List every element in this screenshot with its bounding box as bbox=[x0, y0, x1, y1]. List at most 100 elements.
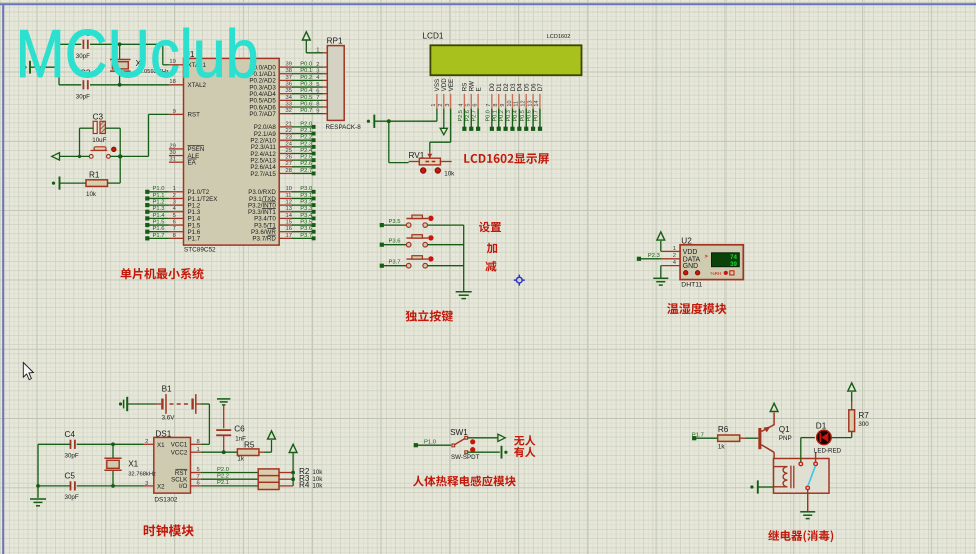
svg-text:2: 2 bbox=[173, 193, 176, 199]
svg-text:36: 36 bbox=[286, 81, 292, 87]
svg-text:VCC1: VCC1 bbox=[171, 442, 188, 449]
svg-text:8: 8 bbox=[493, 104, 499, 107]
svg-text:STC89C52: STC89C52 bbox=[184, 247, 216, 254]
svg-text:39: 39 bbox=[286, 62, 292, 68]
svg-text:C6: C6 bbox=[234, 424, 245, 433]
svg-text:2: 2 bbox=[438, 104, 444, 107]
svg-text:P1.4: P1.4 bbox=[153, 213, 166, 219]
svg-text:1: 1 bbox=[431, 104, 437, 107]
svg-text:P3.7: P3.7 bbox=[389, 260, 401, 266]
svg-text:C4: C4 bbox=[65, 430, 76, 439]
svg-text:P2.1: P2.1 bbox=[217, 480, 229, 486]
svg-text:P0.1: P0.1 bbox=[300, 68, 312, 74]
svg-text:P1.7: P1.7 bbox=[153, 233, 165, 239]
svg-text:D7: D7 bbox=[537, 83, 544, 91]
svg-text:I/O: I/O bbox=[179, 483, 187, 490]
svg-text:R4: R4 bbox=[299, 481, 310, 490]
svg-text:P3.6: P3.6 bbox=[389, 239, 401, 245]
svg-text:P1.6: P1.6 bbox=[153, 226, 165, 232]
svg-text:P3.3: P3.3 bbox=[300, 206, 312, 212]
svg-text:8: 8 bbox=[173, 233, 176, 239]
svg-text:P2.2: P2.2 bbox=[300, 135, 312, 141]
svg-text:P1.7: P1.7 bbox=[692, 433, 704, 439]
svg-text:RST: RST bbox=[188, 112, 201, 119]
svg-text:P1.3: P1.3 bbox=[153, 206, 165, 212]
svg-text:30pF: 30pF bbox=[65, 452, 79, 459]
svg-text:21: 21 bbox=[286, 121, 292, 127]
svg-text:C3: C3 bbox=[93, 113, 104, 122]
svg-text:10k: 10k bbox=[312, 483, 323, 490]
svg-text:13: 13 bbox=[286, 206, 292, 212]
svg-text:34: 34 bbox=[286, 95, 293, 101]
svg-text:16: 16 bbox=[286, 226, 292, 232]
svg-text:1k: 1k bbox=[237, 456, 244, 463]
svg-text:P3.0: P3.0 bbox=[300, 186, 312, 192]
svg-text:P1.2: P1.2 bbox=[153, 200, 165, 206]
svg-text:P0.3: P0.3 bbox=[300, 81, 312, 87]
svg-text:9: 9 bbox=[173, 109, 176, 115]
svg-text:1k: 1k bbox=[718, 443, 725, 450]
svg-text:SW1: SW1 bbox=[450, 428, 468, 437]
svg-text:RP1: RP1 bbox=[327, 36, 343, 45]
svg-text:LCD1602: LCD1602 bbox=[547, 34, 571, 40]
svg-text:10uF: 10uF bbox=[92, 137, 106, 144]
svg-text:GND: GND bbox=[683, 263, 698, 270]
svg-text:17: 17 bbox=[286, 233, 292, 239]
svg-text:P3.4: P3.4 bbox=[300, 213, 313, 219]
svg-text:P2.3: P2.3 bbox=[648, 253, 660, 259]
svg-text:P3.5: P3.5 bbox=[389, 219, 401, 225]
svg-text:P2.7: P2.7 bbox=[300, 168, 312, 174]
svg-text:5: 5 bbox=[466, 104, 472, 107]
svg-text:1: 1 bbox=[173, 186, 176, 192]
svg-text:P0.2: P0.2 bbox=[300, 75, 312, 81]
svg-text:P0.4: P0.4 bbox=[300, 88, 313, 94]
svg-text:P0.5: P0.5 bbox=[520, 110, 526, 121]
svg-text:R6: R6 bbox=[718, 425, 729, 434]
svg-text:PNP: PNP bbox=[779, 435, 792, 442]
svg-text:VEE: VEE bbox=[448, 79, 455, 91]
svg-text:P2.6: P2.6 bbox=[300, 161, 312, 167]
svg-text:P2.4: P2.4 bbox=[300, 148, 313, 154]
svg-text:11: 11 bbox=[514, 101, 520, 107]
svg-text:9: 9 bbox=[316, 108, 319, 114]
svg-text:P2.6: P2.6 bbox=[465, 110, 471, 121]
svg-text:E: E bbox=[475, 87, 482, 91]
svg-text:33: 33 bbox=[286, 101, 292, 107]
svg-text:3: 3 bbox=[445, 104, 451, 107]
svg-text:32: 32 bbox=[286, 108, 292, 114]
svg-text:X2: X2 bbox=[157, 484, 165, 491]
svg-text:23: 23 bbox=[286, 135, 292, 141]
svg-text:300: 300 bbox=[858, 421, 869, 428]
svg-text:4: 4 bbox=[459, 104, 465, 107]
svg-text:13: 13 bbox=[527, 100, 533, 106]
svg-text:P0.5: P0.5 bbox=[300, 95, 312, 101]
svg-text:12: 12 bbox=[286, 200, 292, 206]
svg-text:P0.2: P0.2 bbox=[499, 110, 505, 121]
svg-text:5: 5 bbox=[316, 82, 319, 88]
svg-text:3: 3 bbox=[316, 68, 319, 74]
svg-text:%RH: %RH bbox=[711, 271, 722, 276]
svg-text:30: 30 bbox=[169, 150, 175, 156]
svg-text:P3.7/RD: P3.7/RD bbox=[252, 236, 276, 243]
svg-text:P1.7: P1.7 bbox=[188, 236, 201, 243]
svg-text:P2.7/A15: P2.7/A15 bbox=[250, 171, 276, 178]
svg-text:R5: R5 bbox=[244, 440, 255, 449]
svg-text:37: 37 bbox=[286, 75, 292, 81]
svg-text:RESPACK-8: RESPACK-8 bbox=[326, 124, 362, 131]
svg-text:LCD1: LCD1 bbox=[423, 32, 444, 41]
svg-text:P3.1: P3.1 bbox=[300, 193, 312, 199]
svg-text:12: 12 bbox=[521, 100, 527, 106]
svg-text:>: > bbox=[705, 254, 708, 260]
svg-text:14: 14 bbox=[534, 100, 540, 106]
svg-text:P0.0: P0.0 bbox=[300, 62, 312, 68]
svg-text:30pF: 30pF bbox=[76, 94, 90, 101]
svg-text:11: 11 bbox=[286, 193, 292, 199]
svg-text:1: 1 bbox=[673, 246, 676, 252]
svg-text:P0.7: P0.7 bbox=[300, 108, 312, 114]
svg-text:P2.5: P2.5 bbox=[300, 155, 312, 161]
svg-text:B1: B1 bbox=[162, 385, 172, 394]
svg-text:Q1: Q1 bbox=[779, 425, 790, 434]
svg-text:X1: X1 bbox=[157, 442, 165, 449]
svg-text:9: 9 bbox=[500, 104, 506, 107]
svg-text:P0.1: P0.1 bbox=[492, 110, 498, 121]
